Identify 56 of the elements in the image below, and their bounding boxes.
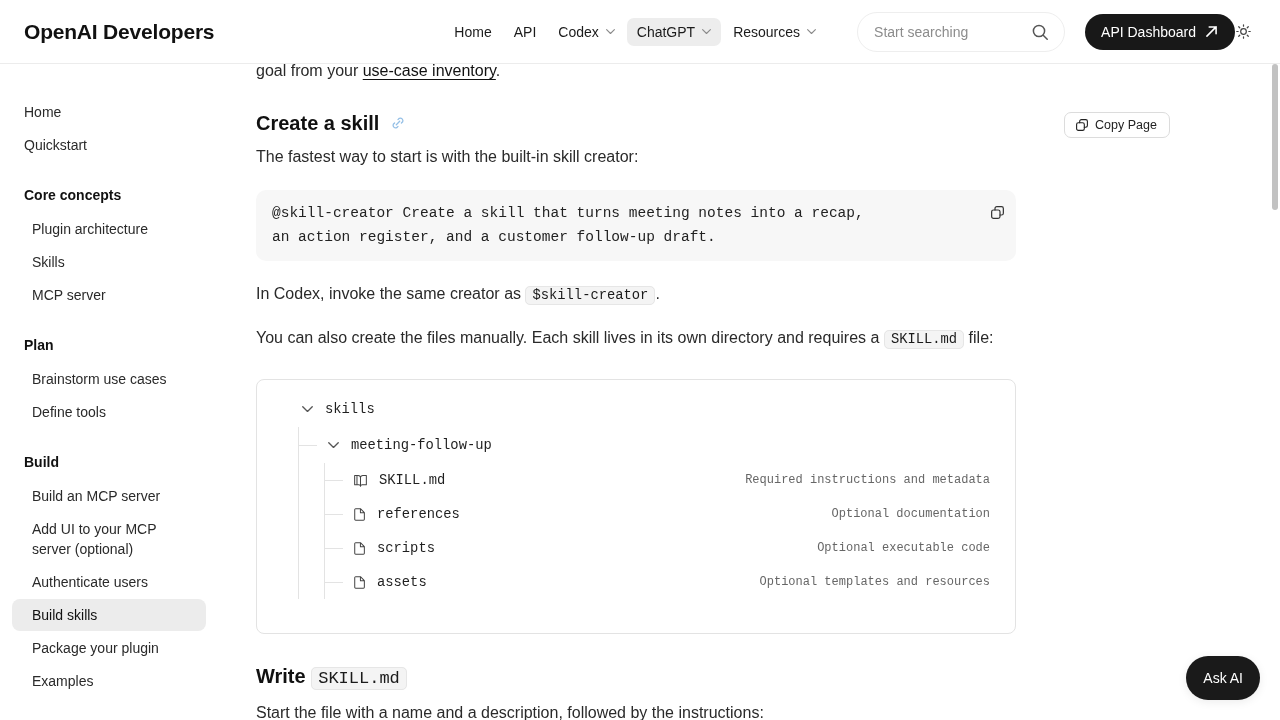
sidebar-item[interactable]: Define tools (12, 396, 206, 428)
sidebar-heading: Plan (23, 336, 55, 355)
nav-link[interactable]: API (503, 17, 547, 46)
paragraph: goal from your use-case inventory. (256, 64, 502, 78)
nav-link[interactable]: ChatGPT (626, 17, 722, 46)
section-heading: Write SKILL.md (256, 662, 407, 693)
sidebar-item[interactable]: Add UI to your MCP server (optional) (12, 513, 206, 565)
sidebar-item[interactable]: Quickstart (12, 129, 206, 161)
ask-ai-button[interactable]: Ask AI (1186, 656, 1260, 700)
sidebar-heading: Core concepts (23, 186, 123, 205)
file-description: Required instructions and metadata (745, 473, 990, 487)
sidebar-item[interactable]: Examples (12, 665, 206, 697)
sidebar-item[interactable]: Authenticate users (12, 566, 206, 598)
scrollbar[interactable] (1272, 64, 1278, 210)
file-description: Optional documentation (831, 507, 990, 521)
copy-icon (1076, 119, 1088, 131)
sidebar-heading: Build (23, 453, 60, 472)
api-dashboard-button[interactable]: API Dashboard (1085, 13, 1235, 50)
sidebar-item[interactable]: Build skills (12, 599, 206, 631)
paragraph: In Codex, invoke the same creator as $skill-creator . (256, 284, 661, 307)
file-name: references (377, 506, 460, 522)
copy-page-button[interactable]: Copy Page (1064, 112, 1170, 138)
sidebar-item[interactable]: Build an MCP server (12, 480, 206, 512)
nav-link[interactable]: Codex (548, 17, 625, 46)
text-link[interactable]: use-case inventory (362, 62, 496, 79)
file-description: Optional executable code (817, 541, 990, 555)
paragraph: You can also create the files manually. Each skill lives in its own directory and requires a SKILL.md file: (256, 328, 995, 351)
folder-name: skills (325, 401, 375, 417)
site-logo[interactable]: OpenAI Developers (24, 19, 215, 44)
paragraph: The fastest way to start is with the built-in skill creator: (256, 147, 640, 167)
file-description: Optional templates and resources (759, 575, 990, 589)
chevron-down-icon[interactable] (328, 441, 339, 449)
arrow-up-right-icon (1206, 26, 1217, 37)
nav-link[interactable]: Home (444, 17, 502, 46)
nav-link[interactable]: Resources (723, 17, 827, 46)
book-icon (354, 473, 367, 487)
file-name: assets (377, 574, 427, 590)
file-icon (354, 575, 365, 589)
sidebar-item[interactable]: Skills (12, 246, 206, 278)
sidebar-item[interactable]: Package your plugin (12, 632, 206, 664)
file-icon (354, 541, 365, 555)
sidebar-item[interactable]: Plugin architecture (12, 213, 206, 245)
sidebar-item[interactable]: Home (12, 96, 206, 128)
chevron-down-icon[interactable] (302, 405, 313, 413)
file-name: scripts (377, 540, 435, 556)
search-field[interactable]: Start searching (857, 11, 1066, 52)
search-icon (1032, 23, 1049, 40)
section-heading: Create a skill (256, 111, 380, 136)
sidebar-item[interactable]: Brainstorm use cases (12, 363, 206, 395)
folder-name: meeting-follow-up (351, 437, 492, 453)
file-icon (354, 507, 365, 521)
copy-icon[interactable] (991, 206, 1004, 219)
file-name: SKILL.md (379, 472, 446, 488)
sidebar-item[interactable]: MCP server (12, 279, 206, 311)
code-text: @skill-creator Create a skill that turns meeting notes into a recap, an action register, and a customer follow-up draft. (272, 204, 864, 247)
sun-icon[interactable] (1236, 24, 1251, 39)
